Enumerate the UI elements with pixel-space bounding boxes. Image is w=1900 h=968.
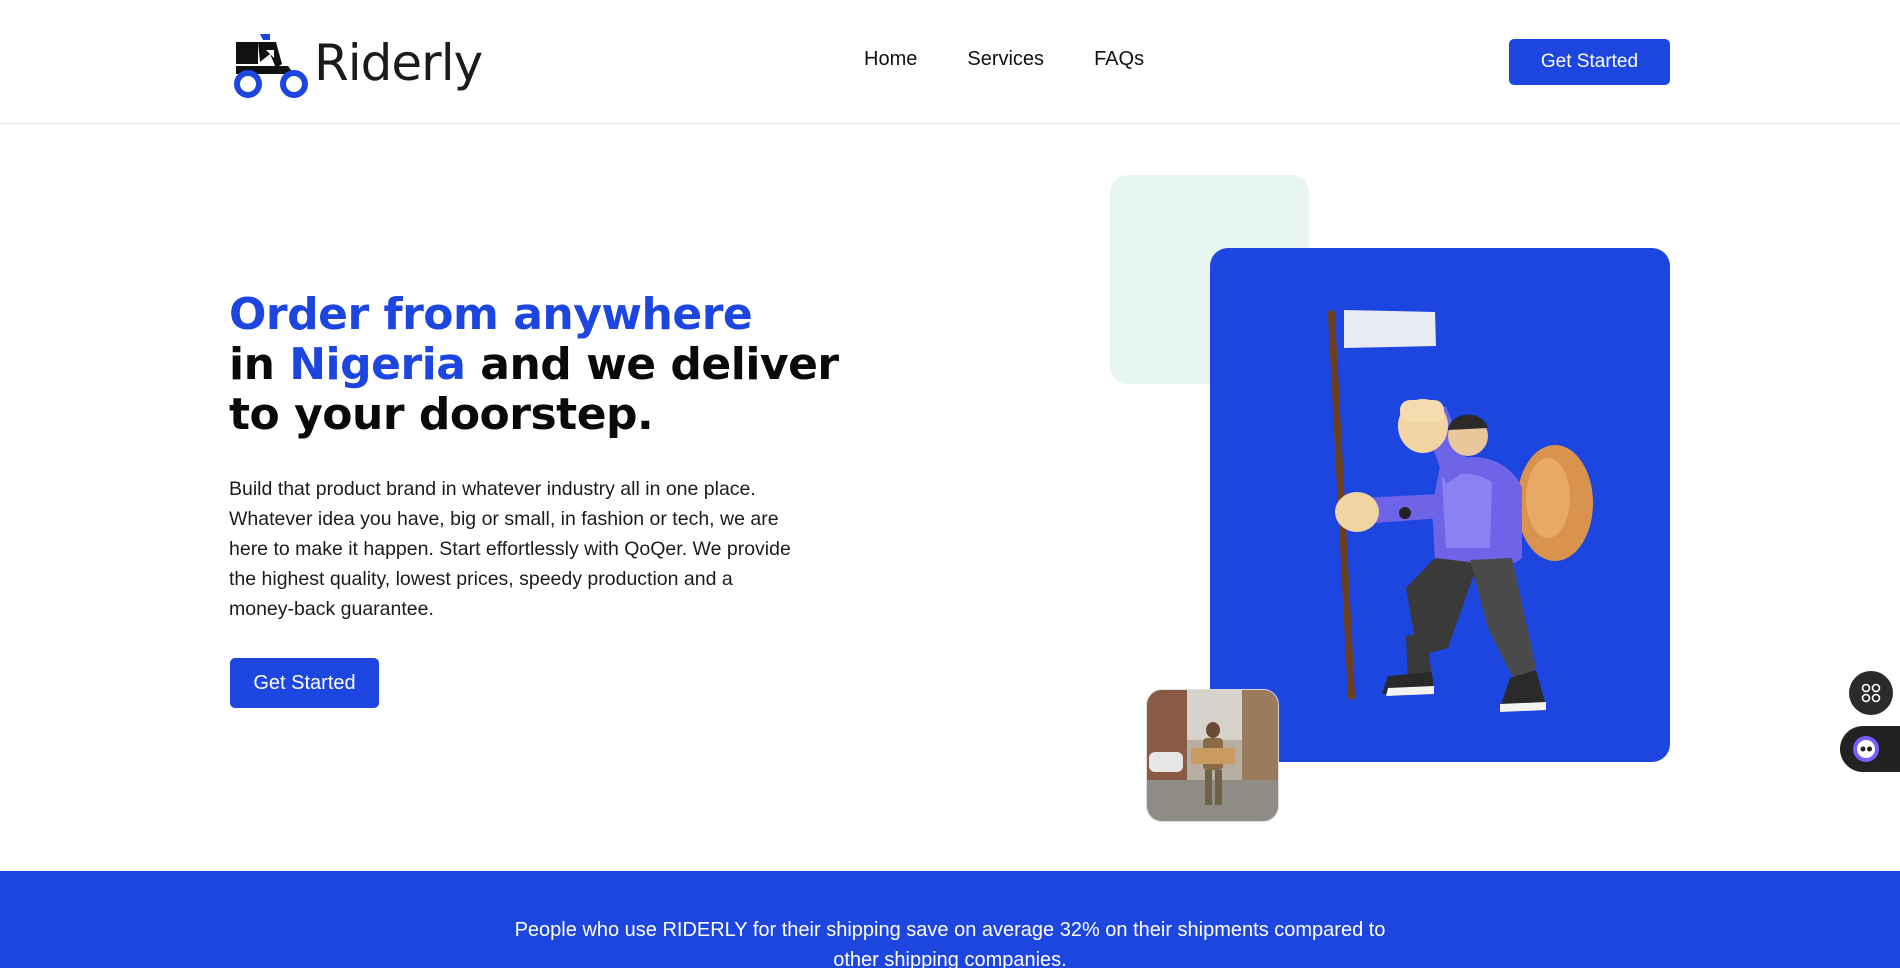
apps-grid-widget[interactable] (1849, 671, 1893, 715)
hero-description: Build that product brand in whatever ind… (229, 478, 791, 620)
hero-headline-accent: Nigeria (289, 339, 466, 390)
assistant-widget[interactable] (1840, 726, 1900, 772)
brand-name: Riderly (314, 34, 483, 92)
hero-headline-line1: Order from anywhere (229, 289, 753, 340)
brand-logo[interactable]: Riderly (230, 28, 483, 98)
hero-headline: Order from anywhere in Nigeria and we de… (229, 290, 839, 440)
apps-grid-icon (1861, 683, 1881, 703)
scooter-rider-icon (234, 34, 308, 98)
nav-faqs-link[interactable]: FAQs (1094, 48, 1144, 71)
hero-headline-line2-post: and we deliver (465, 339, 839, 390)
stats-text: People who use RIDERLY for their shippin… (514, 919, 1386, 968)
hero-headline-line3: to your doorstep. (229, 389, 654, 440)
main-nav: Home Services FAQs (864, 48, 1144, 71)
hero-headline-line2-pre: in (229, 339, 290, 390)
top-navbar: Riderly Home Services FAQs Get Started (0, 0, 1900, 124)
hero-illustration-card (1210, 248, 1670, 762)
assistant-eye-icon (1853, 736, 1879, 762)
hero-get-started-button[interactable]: Get Started (230, 658, 379, 708)
traveler-with-flag-illustration (1327, 310, 1593, 712)
nav-get-started-button[interactable]: Get Started (1509, 39, 1670, 85)
stats-banner: People who use RIDERLY for their shippin… (0, 871, 1900, 968)
nav-services-link[interactable]: Services (967, 48, 1044, 71)
nav-home-link[interactable]: Home (864, 48, 917, 71)
delivery-man-photo (1146, 689, 1279, 822)
